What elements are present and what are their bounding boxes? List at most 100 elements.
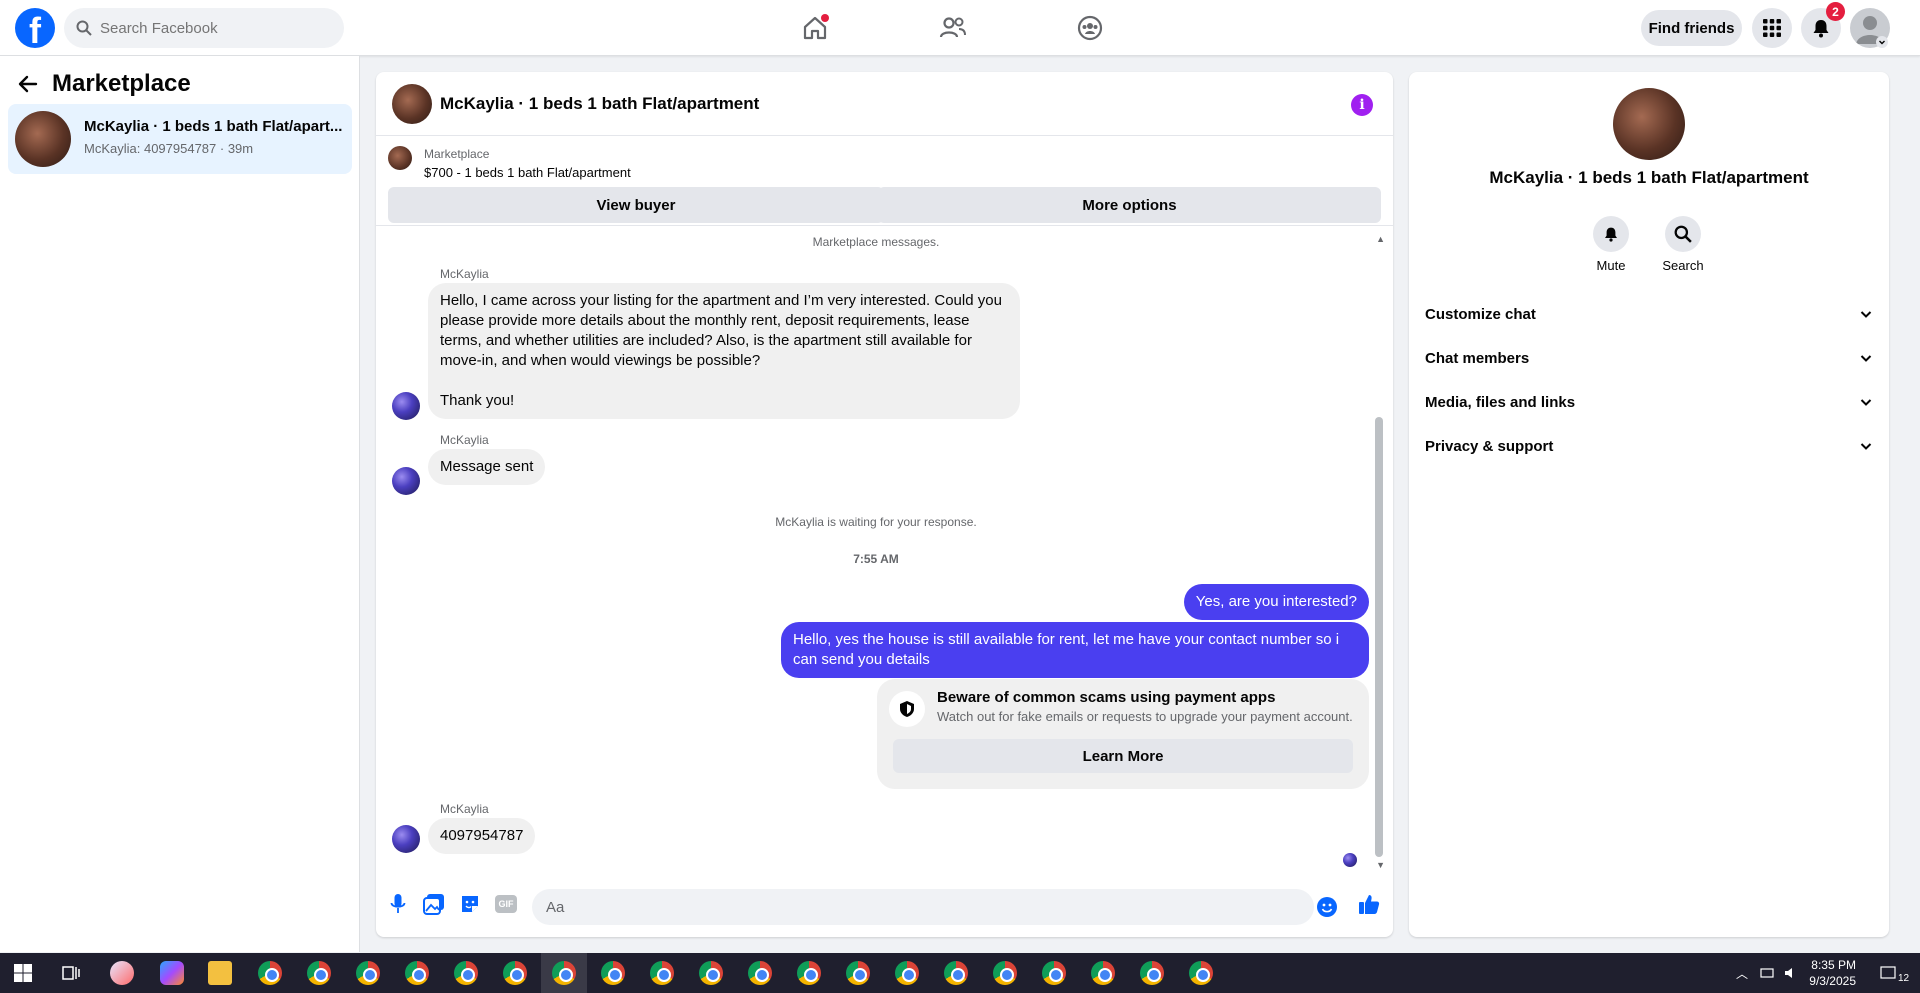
facebook-logo[interactable]: f bbox=[15, 8, 55, 48]
sticker-icon[interactable] bbox=[458, 892, 482, 916]
chrome-icon[interactable] bbox=[650, 961, 674, 985]
search-action[interactable]: Search bbox=[1653, 216, 1713, 273]
chat-members-section[interactable]: Chat members bbox=[1425, 338, 1873, 378]
sender-avatar[interactable] bbox=[392, 825, 420, 853]
clock-time: 8:35 PM bbox=[1811, 958, 1856, 972]
sender-avatar[interactable] bbox=[392, 467, 420, 495]
search-icon bbox=[1665, 216, 1701, 252]
chrome-icon[interactable] bbox=[1189, 961, 1213, 985]
chat-title[interactable]: McKaylia · 1 beds 1 bath Flat/apartment bbox=[440, 94, 759, 114]
sender-name: McKaylia bbox=[440, 433, 489, 447]
chrome-icon[interactable] bbox=[993, 961, 1017, 985]
chrome-icon[interactable] bbox=[748, 961, 772, 985]
chrome-icon[interactable] bbox=[454, 961, 478, 985]
logo-letter: f bbox=[29, 10, 41, 49]
home-nav-icon[interactable] bbox=[797, 10, 833, 46]
search-icon bbox=[76, 20, 92, 36]
notifications-button[interactable]: 2 bbox=[1801, 2, 1845, 48]
gif-label: GIF bbox=[495, 895, 517, 913]
scroll-up-arrow[interactable]: ▲ bbox=[1376, 234, 1385, 244]
scrollbar-thumb[interactable] bbox=[1375, 417, 1383, 857]
chrome-icon[interactable] bbox=[699, 961, 723, 985]
section-label: Customize chat bbox=[1425, 305, 1536, 323]
mute-label: Mute bbox=[1596, 258, 1626, 273]
system-clock[interactable]: 8:35 PM 9/3/2025 bbox=[1809, 957, 1856, 989]
chrome-icon[interactable] bbox=[1042, 961, 1066, 985]
windows-start-icon[interactable] bbox=[14, 964, 32, 982]
taskbar-app-icon[interactable] bbox=[110, 961, 134, 985]
message-composer: GIF bbox=[376, 877, 1393, 937]
chrome-icon[interactable] bbox=[846, 961, 870, 985]
system-message: Marketplace messages. bbox=[812, 235, 940, 249]
chat-panel: McKaylia · 1 beds 1 bath Flat/apartment … bbox=[376, 72, 1393, 937]
chrome-icon[interactable] bbox=[356, 961, 380, 985]
account-chevron-icon[interactable] bbox=[1876, 36, 1888, 48]
scroll-down-arrow[interactable]: ▼ bbox=[1376, 860, 1385, 870]
details-name: McKaylia · 1 beds 1 bath Flat/apartment bbox=[1489, 168, 1809, 187]
bell-icon bbox=[1813, 20, 1829, 38]
chrome-icon[interactable] bbox=[601, 961, 625, 985]
groups-nav-icon[interactable] bbox=[1072, 10, 1108, 46]
conversation-item[interactable]: McKaylia · 1 beds 1 bath Flat/apart... M… bbox=[8, 104, 352, 174]
menu-grid-button[interactable] bbox=[1752, 8, 1792, 48]
section-label: Privacy & support bbox=[1425, 437, 1554, 455]
mute-action[interactable]: Mute bbox=[1581, 216, 1641, 273]
media-files-links-section[interactable]: Media, files and links bbox=[1425, 382, 1873, 422]
info-icon[interactable]: i bbox=[1351, 94, 1373, 116]
learn-more-button[interactable]: Learn More bbox=[893, 739, 1353, 773]
network-icon[interactable] bbox=[1760, 966, 1774, 980]
task-view-icon[interactable] bbox=[62, 964, 80, 982]
volume-icon[interactable] bbox=[1784, 966, 1798, 980]
timestamp: 7:55 AM bbox=[853, 552, 899, 566]
view-buyer-button[interactable]: View buyer bbox=[388, 187, 884, 223]
sender-name: McKaylia bbox=[440, 267, 489, 281]
copilot-icon[interactable] bbox=[160, 961, 184, 985]
section-label: Media, files and links bbox=[1425, 393, 1576, 411]
chrome-icon[interactable] bbox=[258, 961, 282, 985]
chrome-icon[interactable] bbox=[405, 961, 429, 985]
image-icon[interactable] bbox=[422, 892, 446, 916]
chrome-icon[interactable] bbox=[307, 961, 331, 985]
friends-nav-icon[interactable] bbox=[935, 10, 971, 46]
sidebar-title: Marketplace bbox=[52, 70, 191, 97]
chevron-down-icon bbox=[1860, 399, 1872, 406]
incoming-message: 4097954787 bbox=[428, 818, 536, 854]
show-hidden-icons[interactable]: ︿ bbox=[1736, 965, 1748, 982]
chrome-icon[interactable] bbox=[552, 961, 576, 985]
listing-source: Marketplace bbox=[424, 147, 490, 161]
gif-icon[interactable]: GIF bbox=[494, 892, 518, 916]
sender-avatar[interactable] bbox=[392, 392, 420, 420]
thumbs-up-icon[interactable] bbox=[1357, 892, 1381, 916]
search-box[interactable] bbox=[64, 8, 344, 48]
chrome-icon[interactable] bbox=[944, 961, 968, 985]
privacy-support-section[interactable]: Privacy & support bbox=[1425, 426, 1873, 466]
conversation-preview: McKaylia: 4097954787 · 39m bbox=[84, 141, 254, 156]
chrome-icon[interactable] bbox=[1140, 961, 1164, 985]
scam-warning-title: Beware of common scams using payment app… bbox=[937, 689, 1276, 706]
clock-date: 9/3/2025 bbox=[1809, 974, 1856, 988]
notification-count: 12 bbox=[1898, 973, 1910, 984]
file-explorer-icon[interactable] bbox=[208, 961, 232, 985]
message-input[interactable] bbox=[532, 889, 1314, 925]
listing-price: $700 - 1 beds 1 bath Flat/apartment bbox=[424, 165, 631, 180]
search-input[interactable] bbox=[100, 19, 320, 37]
more-options-button[interactable]: More options bbox=[878, 187, 1381, 223]
notification-badge: 2 bbox=[1826, 2, 1845, 21]
chrome-icon[interactable] bbox=[895, 961, 919, 985]
notification-center-icon[interactable] bbox=[1880, 965, 1896, 981]
customize-chat-section[interactable]: Customize chat bbox=[1425, 294, 1873, 334]
chrome-icon[interactable] bbox=[1091, 961, 1115, 985]
emoji-icon[interactable] bbox=[1317, 897, 1337, 917]
microphone-icon[interactable] bbox=[386, 892, 410, 916]
details-avatar[interactable] bbox=[1613, 88, 1685, 160]
conversation-avatar bbox=[15, 111, 71, 167]
find-friends-button[interactable]: Find friends bbox=[1641, 10, 1742, 46]
chrome-icon[interactable] bbox=[797, 961, 821, 985]
chrome-icon[interactable] bbox=[503, 961, 527, 985]
scam-warning-text: Watch out for fake emails or requests to… bbox=[937, 709, 1353, 724]
grid-icon bbox=[1763, 19, 1781, 37]
search-label: Search bbox=[1662, 258, 1704, 273]
chat-header-avatar[interactable] bbox=[392, 84, 432, 124]
home-notification-dot bbox=[821, 14, 829, 22]
back-arrow-icon[interactable] bbox=[18, 74, 38, 94]
